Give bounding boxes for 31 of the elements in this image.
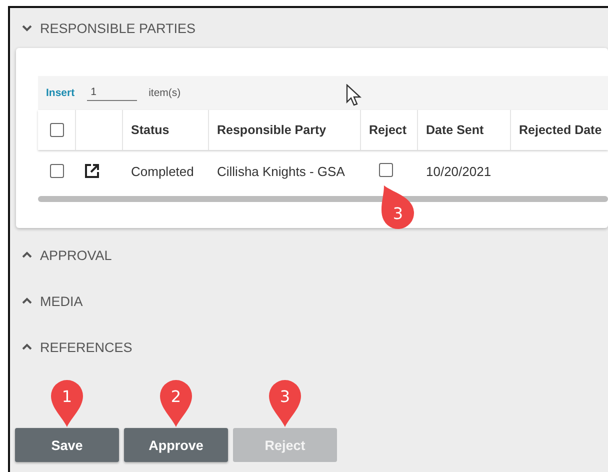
column-header[interactable]: Status [131, 123, 170, 137]
callout-marker: 2 [160, 380, 192, 427]
section-title[interactable]: APPROVAL [40, 248, 112, 262]
chevron-down-icon[interactable] [22, 24, 32, 32]
action-button[interactable]: Save [15, 428, 119, 462]
column-header[interactable]: Reject [369, 123, 407, 137]
horizontal-scrollbar[interactable] [38, 196, 608, 202]
chevron-up-icon[interactable] [22, 251, 32, 259]
select-all-checkbox[interactable] [50, 123, 64, 137]
callout-marker: 1 [51, 380, 83, 427]
table-cell-text: Completed [130, 164, 195, 178]
mouse-pointer-icon [346, 84, 362, 106]
section-title[interactable]: RESPONSIBLE PARTIES [40, 20, 196, 36]
chevron-up-icon[interactable] [22, 343, 32, 351]
callout-marker: 3 [269, 380, 301, 427]
section-title[interactable]: MEDIA [40, 294, 83, 308]
column-header[interactable]: Rejected Date [519, 123, 602, 137]
column-header[interactable]: Responsible Party [217, 123, 326, 137]
chevron-up-icon[interactable] [22, 297, 32, 305]
reject-checkbox[interactable] [379, 162, 393, 176]
items-label: item(s) [148, 87, 181, 99]
row-checkbox[interactable] [50, 164, 64, 178]
callout-marker: 3 [381, 184, 414, 228]
insert-link[interactable]: Insert [46, 87, 75, 99]
table-cell-text: Cillisha Knights - GSA [216, 164, 346, 178]
action-button[interactable]: Approve [124, 428, 228, 462]
table-cell-text: 10/20/2021 [425, 164, 492, 178]
item-count-field[interactable]: 1 [86, 86, 137, 100]
column-header[interactable]: Date Sent [426, 123, 484, 137]
section-title[interactable]: REFERENCES [40, 340, 132, 354]
open-external-icon[interactable] [84, 163, 100, 179]
